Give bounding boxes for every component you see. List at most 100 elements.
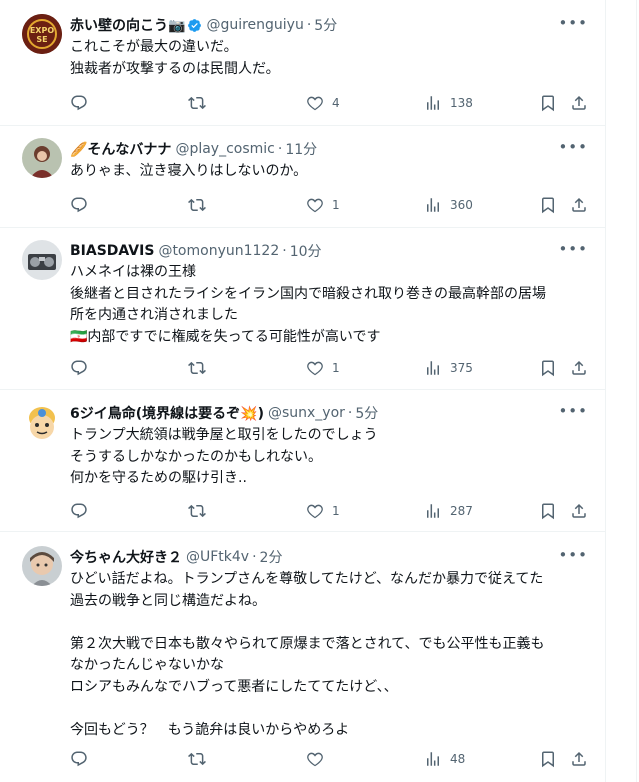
tweet-line: 何かを守るための駆け引き..	[70, 470, 247, 486]
retweet-button[interactable]	[188, 92, 214, 114]
retweet-button[interactable]	[188, 357, 214, 379]
share-button[interactable]	[570, 500, 588, 522]
timestamp[interactable]: 2分	[260, 547, 283, 567]
tweet-header: BIASDAVIS @tomonyun1122 · 10分	[70, 240, 322, 262]
tweet[interactable]: BIASDAVIS @tomonyun1122 · 10分 ••• ハメネイは裸…	[0, 228, 606, 390]
more-options-icon[interactable]: •••	[558, 240, 588, 258]
like-button[interactable]	[306, 748, 332, 770]
separator-dot: ·	[306, 17, 312, 33]
like-button[interactable]: 1	[306, 357, 340, 379]
reply-icon	[71, 503, 87, 519]
bookmark-icon	[542, 197, 554, 214]
display-name[interactable]: 6ジイ鳥命(境界線は要るぞ💥)	[70, 403, 264, 423]
like-count: 1	[332, 361, 340, 375]
tweet-actions: 1 360	[70, 194, 590, 216]
user-handle[interactable]: @play_cosmic	[175, 141, 274, 157]
user-handle[interactable]: @UFtk4v	[186, 549, 249, 565]
views-button[interactable]: 287	[424, 500, 473, 522]
retweet-icon	[188, 752, 206, 766]
views-button[interactable]: 48	[424, 748, 465, 770]
reply-button[interactable]	[70, 748, 96, 770]
views-button[interactable]: 138	[424, 92, 473, 114]
reply-icon	[71, 360, 87, 376]
tweet[interactable]: 今ちゃん大好き２ @UFtk4v · 2分 ••• ひどい話だよね。トランプさん…	[0, 532, 606, 782]
user-handle[interactable]: @guirenguiyu	[206, 17, 303, 33]
tweet[interactable]: 6ジイ鳥命(境界線は要るぞ💥) @sunx_yor · 5分 ••• トランプ大…	[0, 390, 606, 532]
reply-button[interactable]	[70, 92, 96, 114]
tweet-line: 過去の戦争と同じ構造だよね。	[70, 592, 266, 609]
bookmark-icon	[542, 503, 554, 520]
tweet-actions: 1 375	[70, 357, 590, 379]
tweet-text: これこそが最大の違いだ。 独裁者が攻撃するのは民間人だ。	[70, 37, 595, 80]
share-icon	[572, 503, 586, 518]
display-name[interactable]: 🥖そんなバナナ	[70, 139, 171, 159]
reply-icon	[71, 197, 87, 213]
tweet-line: 第２次大戦で日本も散々やられて原爆まで落とされて、でも公平性も正義も	[70, 635, 545, 652]
user-handle[interactable]: @sunx_yor	[268, 405, 345, 421]
share-icon	[572, 95, 586, 110]
reply-button[interactable]	[70, 194, 96, 216]
bookmark-button[interactable]	[539, 92, 557, 114]
display-name[interactable]: BIASDAVIS	[70, 243, 154, 259]
views-icon	[427, 504, 439, 518]
share-button[interactable]	[570, 357, 588, 379]
like-count: 1	[332, 198, 340, 212]
like-button[interactable]: 1	[306, 500, 340, 522]
more-options-icon[interactable]: •••	[558, 138, 588, 156]
tweet-text: ひどい話だよね。トランプさんを尊敬してたけど、なんだか暴力で従えてた 過去の戦争…	[70, 569, 595, 741]
timestamp[interactable]: 10分	[290, 241, 322, 261]
like-button[interactable]: 4	[306, 92, 340, 114]
views-button[interactable]: 360	[424, 194, 473, 216]
bookmark-button[interactable]	[539, 500, 557, 522]
retweet-button[interactable]	[188, 748, 214, 770]
tweet[interactable]: 🥖そんなバナナ @play_cosmic · 11分 ••• ありゃま、泣き寝入…	[0, 126, 606, 228]
timestamp[interactable]: 11分	[285, 139, 317, 159]
retweet-icon	[188, 96, 206, 110]
retweet-button[interactable]	[188, 194, 214, 216]
tweet-line: 後継者と目されたライシをイラン国内で暗殺され取り巻きの最高幹部の居場	[70, 285, 546, 302]
tweet[interactable]: EXPO SE 赤い壁の向こう📷 @guirenguiyu · 5分 ••• こ…	[0, 0, 606, 126]
retweet-icon	[188, 198, 206, 212]
bookmark-button[interactable]	[539, 748, 557, 770]
share-button[interactable]	[570, 194, 588, 216]
reply-button[interactable]	[70, 357, 96, 379]
tweet-header: 赤い壁の向こう📷 @guirenguiyu · 5分	[70, 14, 337, 36]
avatar[interactable]	[22, 546, 62, 586]
display-name[interactable]: 赤い壁の向こう📷	[70, 15, 185, 35]
heart-icon	[307, 198, 323, 213]
verified-badge-icon	[187, 18, 202, 33]
bookmark-button[interactable]	[539, 194, 557, 216]
reply-button[interactable]	[70, 500, 96, 522]
tweet-actions: 4 138	[70, 92, 590, 114]
tweet-text: トランプ大統領は戦争屋と取引をしたのでしょう そうするしかなかったのかもしれない…	[70, 425, 595, 490]
more-options-icon[interactable]: •••	[558, 402, 588, 420]
timeline-feed: EXPO SE 赤い壁の向こう📷 @guirenguiyu · 5分 ••• こ…	[0, 0, 606, 782]
like-count: 1	[332, 504, 340, 518]
more-options-icon[interactable]: •••	[558, 546, 588, 564]
timestamp[interactable]: 5分	[355, 403, 378, 423]
retweet-icon	[188, 504, 206, 518]
view-count: 360	[450, 198, 473, 212]
bookmark-button[interactable]	[539, 357, 557, 379]
display-name[interactable]: 今ちゃん大好き２	[70, 547, 182, 567]
reply-icon	[71, 95, 87, 111]
view-count: 48	[450, 752, 466, 766]
tweet-line	[70, 612, 595, 634]
avatar[interactable]	[22, 402, 62, 442]
avatar[interactable]: EXPO SE	[22, 14, 62, 54]
user-handle[interactable]: @tomonyun1122	[158, 243, 279, 259]
more-options-icon[interactable]: •••	[558, 14, 588, 32]
share-button[interactable]	[570, 748, 588, 770]
bookmark-icon	[542, 360, 554, 377]
avatar[interactable]	[22, 240, 62, 280]
share-button[interactable]	[570, 92, 588, 114]
separator-dot: ·	[282, 243, 287, 259]
like-button[interactable]: 1	[306, 194, 340, 216]
views-button[interactable]: 375	[424, 357, 473, 379]
share-icon	[572, 197, 586, 212]
timestamp[interactable]: 5分	[314, 15, 337, 35]
avatar[interactable]	[22, 138, 62, 178]
right-column-edge	[606, 0, 639, 782]
retweet-button[interactable]	[188, 500, 214, 522]
tweet-line: なかったんじゃないかな	[70, 657, 224, 673]
